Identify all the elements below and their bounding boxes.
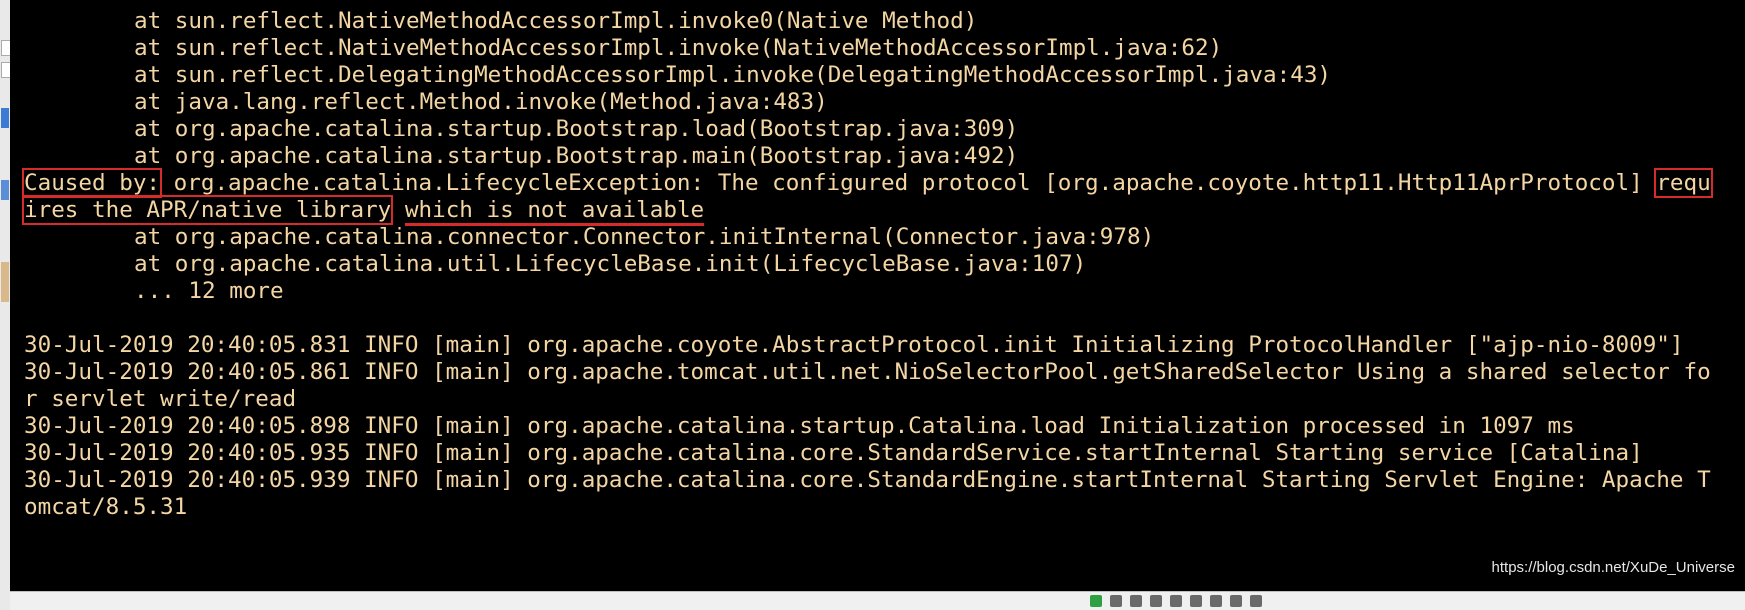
stack-trace-line: at org.apache.catalina.util.LifecycleBas… — [134, 251, 1087, 277]
run-icon[interactable] — [1090, 595, 1102, 607]
stack-trace-line: at sun.reflect.NativeMethodAccessorImpl.… — [134, 35, 1223, 61]
log-line: 30-Jul-2019 20:40:05.861 INFO [main] org… — [24, 359, 1711, 385]
stack-trace-line: at org.apache.catalina.startup.Bootstrap… — [134, 143, 1019, 169]
toolbar-icon[interactable] — [1250, 595, 1262, 607]
log-line: 30-Jul-2019 20:40:05.831 INFO [main] org… — [24, 332, 1684, 358]
caused-by-label: Caused by: — [21, 168, 163, 198]
stack-trace-line: at java.lang.reflect.Method.invoke(Metho… — [134, 89, 828, 115]
stack-trace-line: at sun.reflect.DelegatingMethodAccessorI… — [134, 62, 1332, 88]
watermark: https://blog.csdn.net/XuDe_Universe — [1489, 559, 1737, 576]
caused-by-continuation-line: ires the APR/native library which is not… — [21, 195, 705, 225]
toolbar-icon[interactable] — [1170, 595, 1182, 607]
log-line: 30-Jul-2019 20:40:05.898 INFO [main] org… — [24, 413, 1575, 439]
log-line: 30-Jul-2019 20:40:05.935 INFO [main] org… — [24, 440, 1643, 466]
stack-trace-line: ... 12 more — [134, 278, 284, 304]
exception-message: org.apache.catalina.LifecycleException: … — [160, 170, 1657, 196]
spacer-text — [391, 197, 405, 223]
stack-trace-line: at org.apache.catalina.startup.Bootstrap… — [134, 116, 1019, 142]
toolbar-icon[interactable] — [1150, 595, 1162, 607]
screenshot: at sun.reflect.NativeMethodAccessorImpl.… — [0, 0, 1745, 610]
window-edge-icon — [1, 180, 9, 200]
toolbar-icon[interactable] — [1190, 595, 1202, 607]
toolbar-icon[interactable] — [1130, 595, 1142, 607]
log-line: 30-Jul-2019 20:40:05.939 INFO [main] org… — [24, 467, 1711, 493]
log-line: omcat/8.5.31 — [24, 494, 188, 520]
window-edge-icon — [1, 108, 9, 128]
toolbar-icon[interactable] — [1110, 595, 1122, 607]
console-output[interactable]: at sun.reflect.NativeMethodAccessorImpl.… — [10, 0, 1745, 592]
caused-by-line: Caused by: org.apache.catalina.Lifecycle… — [21, 168, 1713, 198]
highlighted-fragment: ires the APR/native library — [21, 195, 394, 225]
highlighted-fragment: requ — [1654, 168, 1713, 198]
stack-trace-line: at sun.reflect.NativeMethodAccessorImpl.… — [134, 8, 978, 34]
toolbar-icon[interactable] — [1230, 595, 1242, 607]
stack-trace-line: at org.apache.catalina.connector.Connect… — [134, 224, 1155, 250]
underlined-fragment: which is not available — [404, 197, 705, 223]
window-edge-icon — [1, 262, 9, 302]
log-line: r servlet write/read — [24, 386, 297, 412]
ide-toolbar-partial — [10, 591, 1745, 610]
toolbar-icon[interactable] — [1210, 595, 1222, 607]
